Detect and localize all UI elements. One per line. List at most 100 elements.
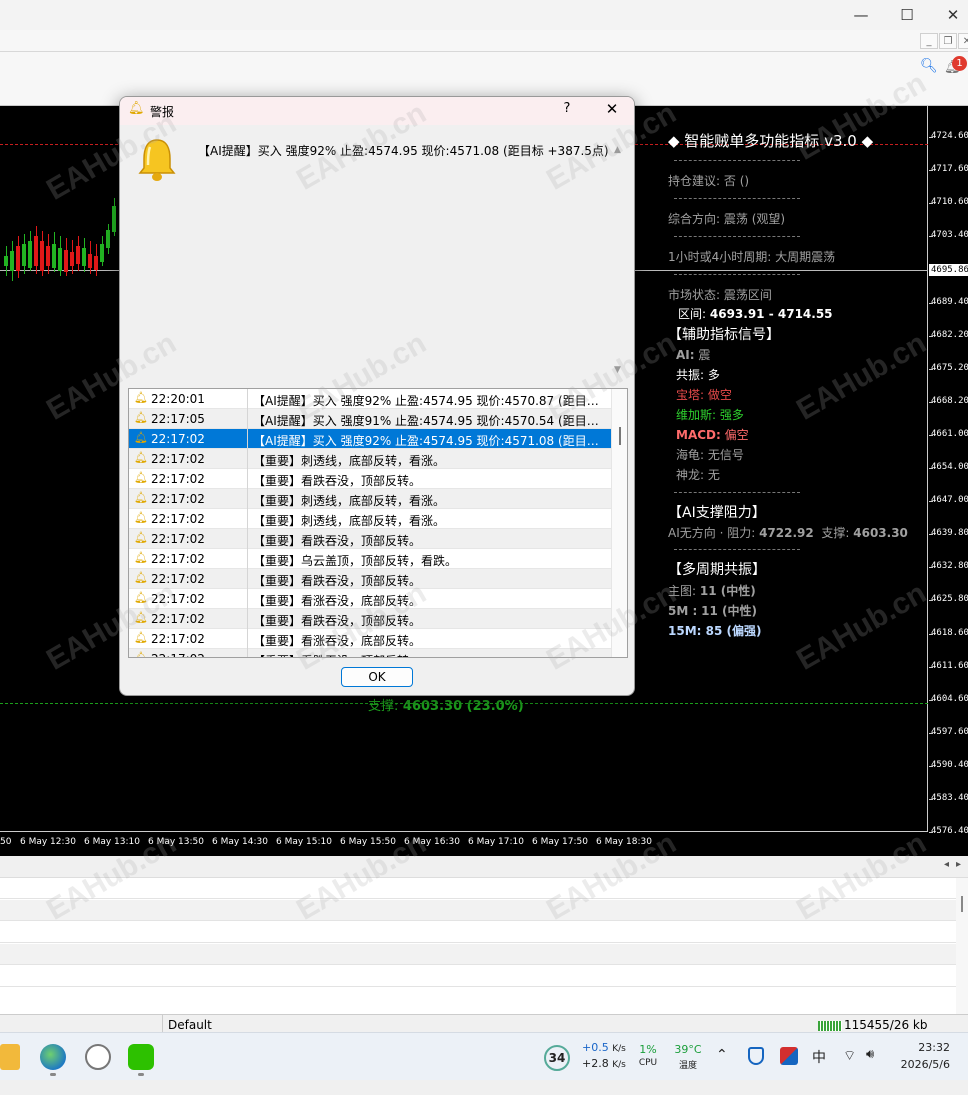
up-speed: +0.5 — [582, 1041, 609, 1054]
ime-indicator[interactable]: 中 — [812, 1047, 826, 1095]
terminal-row — [0, 966, 956, 987]
scroll-up-icon[interactable]: ▲ — [614, 145, 621, 155]
profile-name[interactable]: Default — [162, 1015, 212, 1033]
price-label: 4682.20 — [931, 329, 968, 340]
chevron-up-icon[interactable]: ⌃ — [716, 1047, 728, 1095]
system-badge[interactable]: 34 — [544, 1045, 570, 1071]
alert-row[interactable]: 🔔︎22:17:02 【重要】看跌吞没，顶部反转。 — [129, 469, 611, 489]
alert-row[interactable]: 🔔︎ 22:17:02 【重要】乌云盖顶，顶部反转，看跌。 — [129, 549, 611, 569]
list-scrollbar[interactable] — [611, 389, 627, 657]
candle-body — [46, 246, 50, 266]
signal-macd-value: 偏空 — [724, 428, 749, 442]
price-label: 4604.60 — [931, 693, 968, 704]
child-close-button[interactable]: ✕ — [958, 33, 968, 49]
price-label: 4583.40 — [931, 793, 968, 803]
price-label: 4639.80 — [931, 528, 968, 539]
column-divider — [247, 609, 248, 629]
alert-message: 【AI提醒】买入 强度92% 止盈:4574.95 现价:4571.08 (距目… — [198, 144, 609, 158]
help-button[interactable]: ? — [557, 101, 577, 121]
file-explorer-icon[interactable] — [0, 1044, 20, 1070]
maximize-button[interactable]: ☐ — [884, 0, 930, 30]
mtf-m5: 5M : 11 (中性) — [668, 602, 757, 619]
taskbar: 34 +0.5 K/s +2.8 K/s 1% CPU 39°C 温度 ⌃ 中 … — [0, 1032, 968, 1080]
terminal-row — [0, 900, 956, 921]
alert-row[interactable]: 🔔︎ 22:17:02 【重要】看涨吞没，底部反转。 — [129, 589, 611, 609]
bell-icon: 🔔︎ — [128, 101, 145, 116]
alert-time: 22:17:02 — [151, 432, 205, 446]
dialog-close-button[interactable]: ✕ — [601, 100, 623, 122]
price-label: 4668.20 — [931, 395, 968, 406]
panel-separator — [674, 549, 800, 550]
down-speed: +2.8 — [582, 1057, 609, 1070]
scroll-down-icon[interactable]: ▼ — [614, 365, 621, 375]
time-label: 6 May 13:10 — [84, 837, 140, 847]
price-axis[interactable]: 4724.60 4717.60 4710.60 4703.40 4689.40 4682.… — [929, 106, 968, 836]
time-label: 6 May 17:10 — [468, 837, 524, 847]
alert-row[interactable]: 🔔︎22:17:02 【重要】看跌吞没，顶部反转。 — [129, 649, 611, 658]
panel-separator — [674, 198, 800, 199]
speaker-icon[interactable]: 🔊︎ — [866, 1047, 874, 1095]
candle-body — [76, 246, 80, 264]
alert-row[interactable]: 🔔︎22:17:02 【重要】看跌吞没，顶部反转。 — [129, 529, 611, 549]
wechat-icon[interactable] — [128, 1044, 154, 1070]
down-unit: K/s — [612, 1060, 626, 1070]
mtf-main-label: 主图: — [668, 584, 697, 598]
time-label: 6 May 12:30 — [20, 837, 76, 847]
child-minimize-button[interactable]: _ — [920, 33, 938, 49]
mdi-control-bar: _ ❐ ✕ — [0, 30, 968, 52]
column-divider — [247, 649, 248, 657]
search-icon[interactable]: 🔍︎ — [920, 58, 938, 74]
close-window-button[interactable]: ✕ — [930, 0, 968, 30]
terminal-scrollbar[interactable] — [956, 878, 968, 1014]
time-axis[interactable]: 50 6 May 12:30 6 May 13:10 6 May 13:50 6 May… — [0, 832, 928, 856]
mtf-m5-value: 11 (中性) — [701, 604, 757, 618]
alert-row[interactable]: 🔔︎ 22:17:02 【AI提醒】买入 强度92% 止盈:4574.95 现价:4… — [129, 429, 611, 449]
alert-row[interactable]: 🔔︎22:17:02 【重要】看跌吞没，顶部反转。 — [129, 569, 611, 589]
sr-header: 【AI支撑阻力】 — [668, 505, 766, 521]
shield-icon[interactable] — [748, 1047, 764, 1065]
price-label: 4611.60 — [931, 660, 968, 671]
time-label: 50 — [0, 837, 12, 847]
bell-icon: 🔔︎ — [134, 651, 148, 658]
alert-row[interactable]: 🔔︎ 22:17:02 【重要】刺透线，底部反转，看涨。 — [129, 509, 611, 529]
signal-turtle: 海龟: 无信号 — [676, 446, 744, 463]
candle-body — [16, 246, 20, 271]
column-divider — [247, 429, 248, 449]
alert-history-list[interactable]: 🔔︎22:17:02【重要】看跌吞没，顶部反转。🔔︎22:17:02【重要】看涨… — [128, 388, 628, 658]
candle-body — [4, 256, 8, 266]
alert-row[interactable]: 🔔︎22:17:02 【重要】看跌吞没，顶部反转。 — [129, 609, 611, 629]
terminal-scroll-thumb[interactable] — [961, 896, 963, 912]
clock[interactable]: 23:32 2026/5/6 — [900, 1041, 950, 1071]
sr-resistance: 4722.92 — [759, 526, 814, 540]
alert-row[interactable]: 🔔︎ 22:20:01 【AI提醒】买入 强度92% 止盈:4574.95 现价:4… — [129, 389, 611, 409]
alert-text: 【重要】刺透线，底部反转，看涨。 — [253, 514, 446, 528]
caret-right-icon[interactable]: ▸ — [956, 859, 961, 870]
mtf-m5-label: 5M : — [668, 604, 698, 618]
range: 区间: 4693.91 - 4714.55 — [678, 305, 833, 322]
alert-dialog: 🔔︎ 警报 ? ✕ 【AI提醒】买入 强度92% 止盈:4574.95 现价:4… — [119, 96, 635, 696]
avatar-app-icon[interactable] — [85, 1044, 111, 1070]
child-restore-button[interactable]: ❐ — [939, 33, 957, 49]
column-divider — [247, 509, 248, 529]
candle-body — [40, 241, 44, 271]
signal-macd-label: MACD: — [676, 428, 721, 442]
app-tray-icon[interactable] — [780, 1047, 798, 1065]
metatrader-icon[interactable] — [40, 1044, 66, 1070]
candle-body — [34, 236, 38, 266]
alert-row[interactable]: 🔔︎ 22:17:02 【重要】刺透线，底部反转，看涨。 — [129, 489, 611, 509]
list-scroll-thumb[interactable] — [619, 427, 621, 445]
alert-row[interactable]: 🔔︎ 22:17:02 【重要】刺透线，底部反转，看涨。 — [129, 449, 611, 469]
notifications-button[interactable]: 🔔︎ 1 — [944, 56, 967, 76]
caret-left-icon[interactable]: ◂ — [944, 859, 949, 870]
alert-row[interactable]: 🔔︎ 22:17:02 【重要】看涨吞没，底部反转。 — [129, 629, 611, 649]
alert-time: 22:20:01 — [151, 392, 205, 406]
price-label: 4689.40 — [931, 296, 968, 307]
minimize-button[interactable]: — — [838, 0, 884, 30]
signal-turtle-value: 无信号 — [707, 448, 744, 462]
signal-vegas-value: 强多 — [719, 408, 744, 422]
ok-button[interactable]: OK — [341, 667, 413, 687]
price-label: 4717.60 — [931, 164, 968, 175]
wifi-icon[interactable]: ⌔ — [843, 1047, 856, 1095]
alert-message-area: 【AI提醒】买入 强度92% 止盈:4574.95 现价:4571.08 (距目… — [128, 129, 628, 379]
alert-row[interactable]: 🔔︎ 22:17:05 【AI提醒】买入 强度91% 止盈:4574.95 现价:4… — [129, 409, 611, 429]
